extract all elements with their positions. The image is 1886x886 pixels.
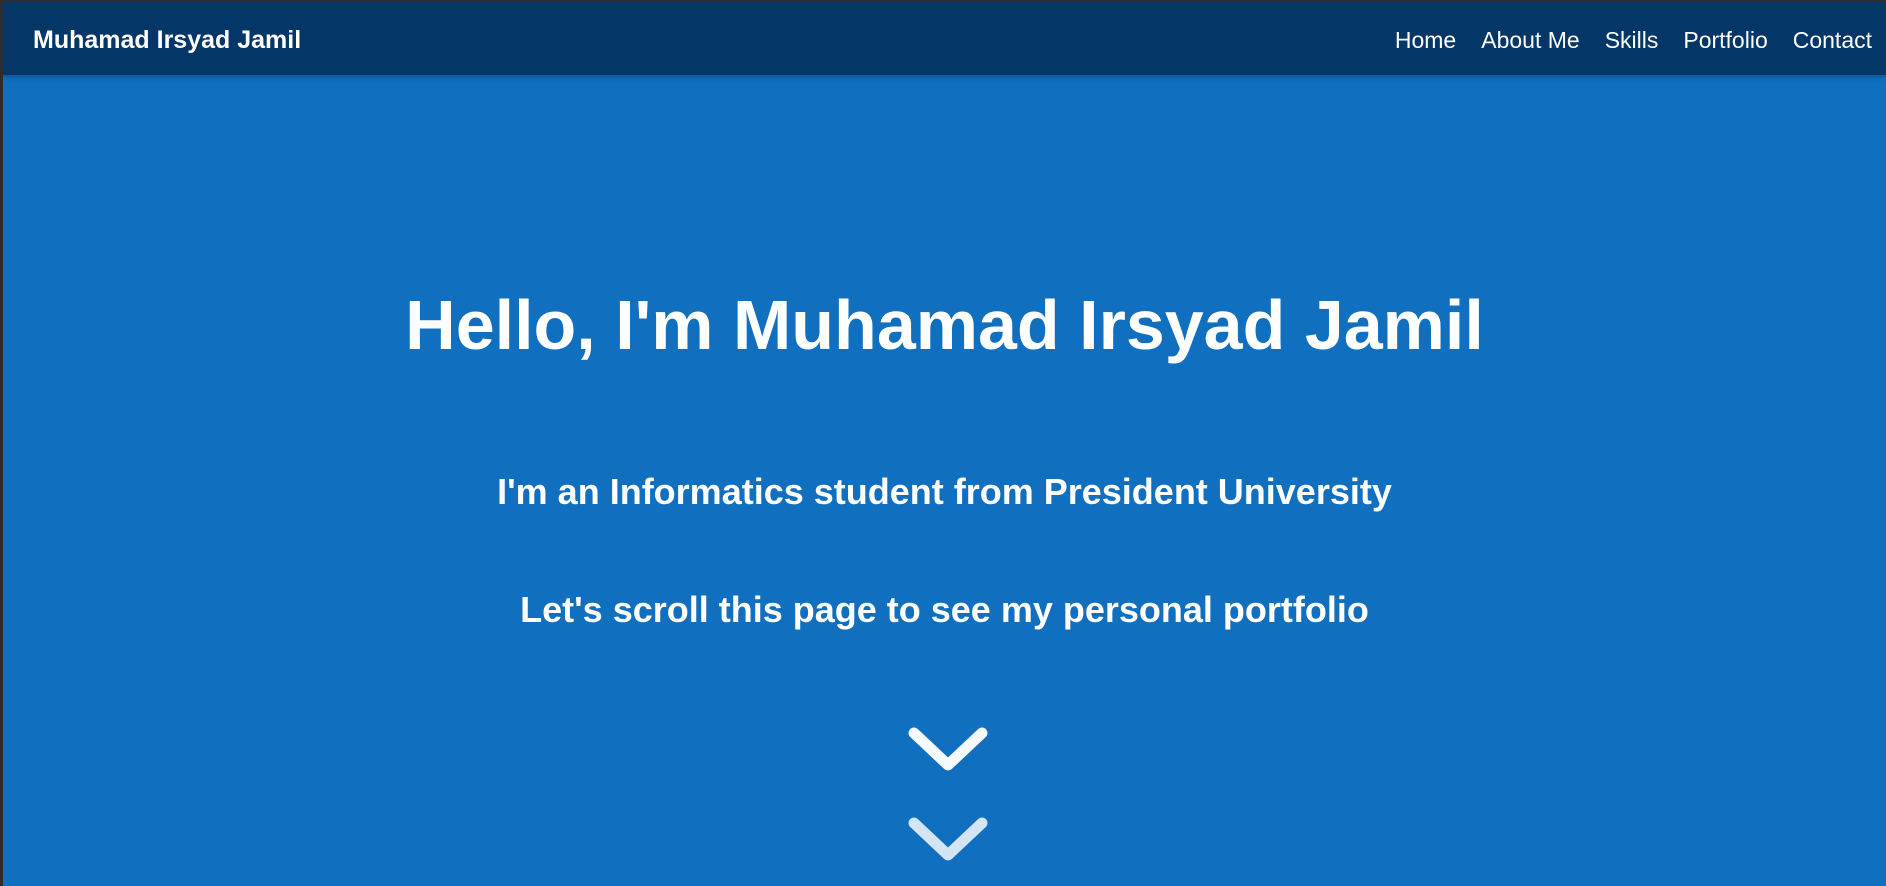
nav-link-skills[interactable]: Skills bbox=[1605, 26, 1659, 54]
hero-tagline: Let's scroll this page to see my persona… bbox=[520, 589, 1369, 630]
nav-links: Home About Me Skills Portfolio Contact bbox=[1370, 26, 1872, 54]
top-navbar: Muhamad Irsyad Jamil Home About Me Skill… bbox=[3, 2, 1886, 75]
chevron-down-icon[interactable] bbox=[906, 725, 990, 775]
chevron-down-icon[interactable] bbox=[906, 815, 990, 865]
site-brand[interactable]: Muhamad Irsyad Jamil bbox=[33, 25, 301, 55]
browser-viewport: Muhamad Irsyad Jamil Home About Me Skill… bbox=[3, 2, 1886, 886]
nav-link-portfolio[interactable]: Portfolio bbox=[1683, 26, 1767, 54]
hero-subtitle: I'm an Informatics student from Presiden… bbox=[497, 471, 1392, 512]
nav-link-about-me[interactable]: About Me bbox=[1481, 26, 1579, 54]
nav-link-contact[interactable]: Contact bbox=[1793, 26, 1872, 54]
nav-link-home[interactable]: Home bbox=[1395, 26, 1456, 54]
hero-title: Hello, I'm Muhamad Irsyad Jamil bbox=[405, 286, 1484, 364]
